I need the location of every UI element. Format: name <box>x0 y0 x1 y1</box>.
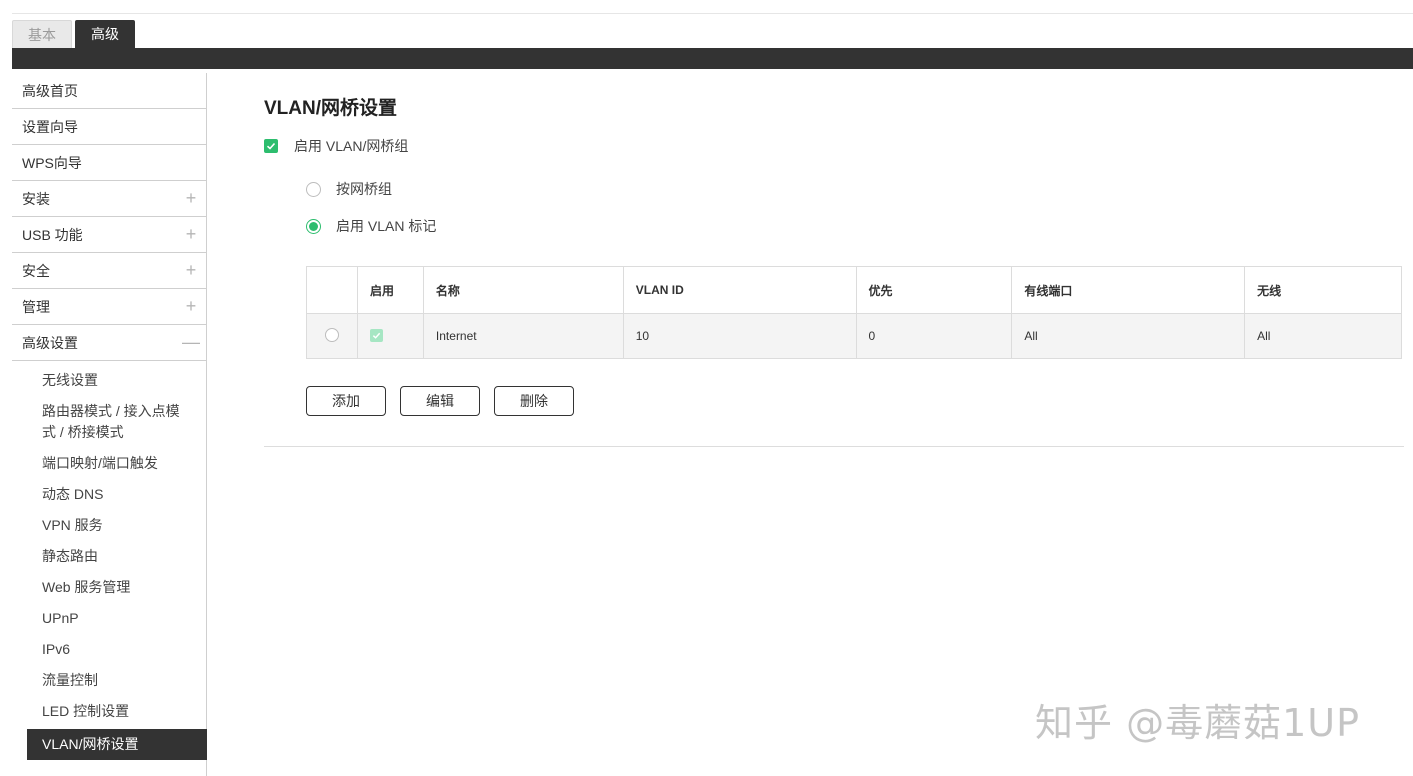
vlan-tag-label: 启用 VLAN 标记 <box>336 218 437 234</box>
page-title: VLAN/网桥设置 <box>264 98 398 119</box>
row-wireless: All <box>1244 313 1402 359</box>
row-name: Internet <box>422 313 624 359</box>
sidebar-item-label: 设置向导 <box>22 118 78 135</box>
tab-advanced[interactable]: 高级 <box>75 20 135 48</box>
sidebar-item-label: WPS向导 <box>22 154 82 171</box>
row-select-radio[interactable] <box>325 327 339 342</box>
sidebar-item-security[interactable]: 安全 + <box>12 253 206 289</box>
check-icon <box>372 332 381 339</box>
sidebar-item-label: 高级设置 <box>22 334 78 351</box>
sidebar-item-usb[interactable]: USB 功能 + <box>12 217 206 253</box>
sidebar-item-setup-wizard[interactable]: 设置向导 <box>12 109 206 145</box>
mode-tabs: 基本 高级 <box>12 20 135 48</box>
delete-button[interactable]: 删除 <box>494 386 574 416</box>
main-content: VLAN/网桥设置 启用 VLAN/网桥组 按网桥组 启用 VLAN 标记 <box>264 93 1404 234</box>
bridge-group-label: 按网桥组 <box>336 181 392 197</box>
sidebar-subitem-web-services[interactable]: Web 服务管理 <box>12 572 206 603</box>
sidebar-item-advanced-settings[interactable]: 高级设置 — <box>12 325 206 361</box>
table-row[interactable]: Internet 10 0 All All <box>306 313 1402 359</box>
add-button[interactable]: 添加 <box>306 386 386 416</box>
sidebar: 高级首页 设置向导 WPS向导 安装 + USB 功能 + 安全 + 管理 + … <box>12 73 207 776</box>
tab-basic[interactable]: 基本 <box>12 20 72 48</box>
vlan-tag-option: 启用 VLAN 标记 <box>306 216 436 236</box>
bridge-group-radio[interactable] <box>306 181 321 197</box>
sidebar-subitem-router-mode[interactable]: 路由器模式 / 接入点模式 / 桥接模式 <box>12 396 206 448</box>
sidebar-subitem-vlan-bridge[interactable]: VLAN/网桥设置 <box>27 729 207 760</box>
row-wired-ports: All <box>1011 313 1246 359</box>
sidebar-subitem-wireless[interactable]: 无线设置 <box>12 365 206 396</box>
expand-plus-icon[interactable]: + <box>176 260 206 281</box>
sidebar-subitem-vpn[interactable]: VPN 服务 <box>12 510 206 541</box>
column-header-vlan-id: VLAN ID <box>622 266 857 314</box>
sidebar-subitem-led-control[interactable]: LED 控制设置 <box>12 696 206 727</box>
column-header-select <box>306 266 358 314</box>
sidebar-subitem-static-route[interactable]: 静态路由 <box>12 541 206 572</box>
advanced-settings-submenu: 无线设置 路由器模式 / 接入点模式 / 桥接模式 端口映射/端口触发 动态 D… <box>12 361 207 760</box>
vlan-table: 启用 名称 VLAN ID 优先 有线端口 无线 Internet 10 0 A… <box>306 266 1402 359</box>
sidebar-item-admin[interactable]: 管理 + <box>12 289 206 325</box>
sidebar-item-label: 安全 <box>22 262 50 279</box>
collapse-minus-icon[interactable]: — <box>176 332 206 353</box>
table-actions: 添加 编辑 删除 <box>306 386 574 416</box>
sidebar-item-wps-wizard[interactable]: WPS向导 <box>12 145 206 181</box>
bridge-group-option: 按网桥组 <box>306 179 392 199</box>
sidebar-item-label: 安装 <box>22 190 50 207</box>
sidebar-item-label: 高级首页 <box>22 82 78 99</box>
sidebar-subitem-ipv6[interactable]: IPv6 <box>12 634 206 665</box>
table-header-row: 启用 名称 VLAN ID 优先 有线端口 无线 <box>306 266 1402 314</box>
sidebar-item-label: USB 功能 <box>22 226 83 243</box>
section-divider <box>264 446 1404 447</box>
sidebar-subitem-port-forwarding[interactable]: 端口映射/端口触发 <box>12 448 206 479</box>
sidebar-subitem-traffic-control[interactable]: 流量控制 <box>12 665 206 696</box>
row-enable-checkbox <box>369 329 383 342</box>
expand-plus-icon[interactable]: + <box>176 296 206 317</box>
enable-vlan-bridge-checkbox[interactable] <box>264 139 278 153</box>
column-header-priority: 优先 <box>855 266 1013 314</box>
sidebar-item-label: 管理 <box>22 298 50 315</box>
enable-vlan-bridge-row: 启用 VLAN/网桥组 <box>264 136 408 156</box>
sidebar-item-setup[interactable]: 安装 + <box>12 181 206 217</box>
row-select-cell <box>306 313 358 359</box>
expand-plus-icon[interactable]: + <box>176 188 206 209</box>
column-header-wireless: 无线 <box>1244 266 1402 314</box>
vlan-tag-radio[interactable] <box>306 218 321 234</box>
header-bar <box>12 48 1413 69</box>
sidebar-subitem-upnp[interactable]: UPnP <box>12 603 206 634</box>
sidebar-subitem-ddns[interactable]: 动态 DNS <box>12 479 206 510</box>
column-header-name: 名称 <box>422 266 624 314</box>
column-header-enable: 启用 <box>356 266 424 314</box>
enable-vlan-bridge-label: 启用 VLAN/网桥组 <box>294 138 409 154</box>
check-icon <box>266 142 276 150</box>
row-vlan-id: 10 <box>622 313 857 359</box>
expand-plus-icon[interactable]: + <box>176 224 206 245</box>
sidebar-item-advanced-home[interactable]: 高级首页 <box>12 73 206 109</box>
row-priority: 0 <box>855 313 1013 359</box>
column-header-wired-ports: 有线端口 <box>1011 266 1246 314</box>
row-enable-cell <box>356 313 424 359</box>
top-divider <box>12 13 1413 14</box>
edit-button[interactable]: 编辑 <box>400 386 480 416</box>
watermark: 知乎 @毒蘑菇1UP <box>1035 701 1360 745</box>
